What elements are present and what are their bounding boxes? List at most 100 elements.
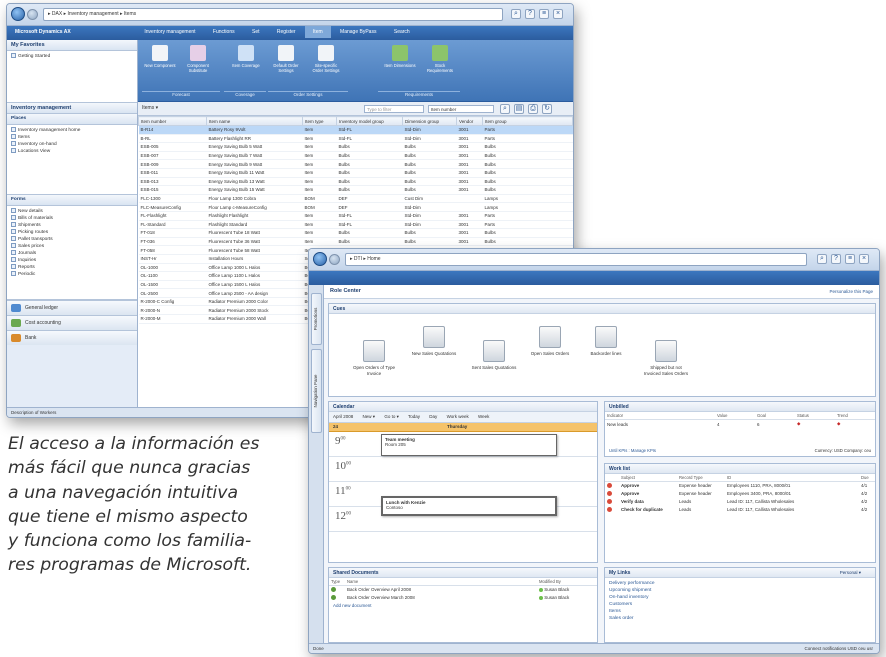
table-row[interactable]: ESB-005 Energy Saving Bulb 5 Watt Item Bulb… [138, 142, 573, 152]
place-item[interactable]: Inventory on-hand [11, 141, 133, 148]
calendar-workweek-button[interactable]: Work week [447, 414, 469, 419]
ribbon-coverage-button[interactable]: Item Coverage [230, 45, 262, 68]
print-icon[interactable]: ⎙ [528, 104, 538, 114]
cue-open-orders[interactable]: Open Orders of Type Invoice [351, 340, 397, 376]
close-icon[interactable]: × [553, 9, 563, 19]
module-bank[interactable]: Bank [7, 330, 137, 345]
help-icon[interactable]: ? [525, 9, 535, 19]
places-header[interactable]: Places [7, 114, 137, 125]
place-item[interactable]: Items [11, 134, 133, 141]
ribbon-substitute-button[interactable]: Component Substitute [182, 45, 214, 73]
form-item[interactable]: Journals [11, 250, 133, 257]
grid-title[interactable]: Items ▾ [142, 105, 158, 111]
filter-field-select[interactable]: Item number [428, 105, 494, 113]
back-button[interactable] [11, 7, 25, 21]
table-row[interactable]: Verify data Leads Lead ID: 117, Callista W… [605, 498, 875, 506]
ribbon-default-order-button[interactable]: Default Order Settings [270, 45, 302, 73]
column-header[interactable]: Modified By [537, 578, 597, 586]
form-item[interactable]: Reports [11, 264, 133, 271]
forward-button[interactable] [27, 9, 38, 20]
filter-input[interactable]: Type to filter [364, 105, 424, 113]
module-cost-accounting[interactable]: Cost accounting [7, 315, 137, 330]
form-item[interactable]: Inquiries [11, 257, 133, 264]
calendar-week-button[interactable]: Week [478, 414, 489, 419]
calendar-new-button[interactable]: New ▾ [363, 414, 376, 419]
table-row[interactable]: FLC-1300 Floor Lamp 1300 Cobra BOM DEF Cust … [138, 194, 573, 204]
favorite-item[interactable]: Getting Started [11, 53, 133, 60]
table-row[interactable]: FL-Flashlight Flashlight Flashlight Item St… [138, 211, 573, 221]
table-row[interactable]: B-RL Battery Flashlight RR Item Std-FL Std-D… [138, 134, 573, 144]
appointment[interactable]: Lunch with Kenzie Contoso [381, 496, 557, 516]
table-row[interactable]: Approve Expense header Employees 1110, PRA… [605, 482, 875, 490]
calendar-goto-button[interactable]: Go to ▾ [384, 414, 399, 419]
cue-backorder-lines[interactable]: Backorder lines [583, 326, 629, 357]
column-header[interactable]: Subject [619, 474, 677, 482]
link-item[interactable]: Sales order [609, 615, 871, 622]
add-document-link[interactable]: Add new document [329, 602, 597, 609]
column-header[interactable]: Name [345, 578, 537, 586]
column-header[interactable]: Item group [482, 116, 573, 126]
cue-new-quotations[interactable]: New Sales Quotations [411, 326, 457, 357]
column-header[interactable]: Item name [206, 116, 303, 126]
links-dropdown[interactable]: Personal ▾ [840, 570, 861, 576]
table-row[interactable]: FLC-MeasureConfig Floor Lamp c-MeasureCon… [138, 202, 573, 212]
tab-item[interactable]: Item [304, 26, 331, 38]
column-header[interactable]: Record Type [677, 474, 725, 482]
table-row[interactable]: ESB-009 Energy Saving Bulb 9 Watt Item Bulb… [138, 159, 573, 169]
column-header[interactable]: Due [859, 474, 875, 482]
help-icon[interactable]: ? [831, 254, 841, 264]
table-row[interactable]: ESB-015 Energy Saving Bulb 15 Watt Item Bul… [138, 185, 573, 195]
column-header[interactable]: Inventory model group [336, 116, 403, 126]
column-header[interactable]: ID [725, 474, 859, 482]
calendar-hour-row[interactable]: 1100 Lunch with Kenzie Contoso [329, 482, 597, 516]
search-icon[interactable]: ⌕ [817, 254, 827, 264]
module-general-ledger[interactable]: General ledger [7, 300, 137, 315]
calendar-hour-row[interactable]: 900 Team meeting Room 205 [329, 432, 597, 457]
cue-open-sales-orders[interactable]: Open Sales Orders [527, 326, 573, 357]
tab-register[interactable]: Register [269, 26, 304, 38]
tab-navigation-pane[interactable]: Navigation Pane [311, 349, 322, 433]
tab-set[interactable]: Set [244, 26, 268, 38]
personalize-link[interactable]: Personalize this Page [829, 289, 873, 294]
table-row[interactable]: FT-036 Fluorescent Tube 36 Watt Item Bulbs B… [138, 237, 573, 247]
table-row[interactable]: Back Order Overview April 2008 Susan Bla… [329, 586, 597, 594]
table-row[interactable]: FT-018 Fluorescent Tube 18 Watt Item Bulbs B… [138, 228, 573, 238]
table-row[interactable]: ESB-013 Energy Saving Bulb 13 Watt Item Bul… [138, 177, 573, 187]
table-row[interactable]: Approve Expense header Employees 3400, PRA… [605, 490, 875, 498]
forms-header[interactable]: Forms [7, 195, 137, 206]
export-icon[interactable]: ▤ [514, 104, 524, 114]
calendar-month-selector[interactable]: April 2008 [333, 414, 353, 419]
column-header[interactable]: Type [329, 578, 345, 586]
ribbon-item-dimensions-button[interactable]: Item Dimensions [384, 45, 416, 68]
form-item[interactable]: Sales prices [11, 243, 133, 250]
tab-manage-bypass[interactable]: Manage ByPass [332, 26, 384, 38]
link-item[interactable]: Items [609, 608, 871, 615]
table-row[interactable]: FL-Standard Flashlight Standard Item Std-FL… [138, 220, 573, 230]
close-icon[interactable]: × [859, 254, 869, 264]
tab-functions[interactable]: Functions [205, 26, 243, 38]
column-header[interactable]: Vendor [456, 116, 483, 126]
table-row[interactable]: B-R14 Battery Rosy 9Volt Item Std-FL Std-Dim… [138, 125, 573, 135]
ribbon-new-component-button[interactable]: New Component [144, 45, 176, 68]
tab-search[interactable]: Search [386, 26, 418, 38]
filter-search-icon[interactable]: ⌕ [500, 104, 510, 114]
form-item[interactable]: New details [11, 208, 133, 215]
address-breadcrumb[interactable]: ▸ DAX ▸ Inventory management ▸ Items [43, 8, 503, 21]
table-row[interactable]: ESB-007 Energy Saving Bulb 7 Watt Item Bulb… [138, 151, 573, 161]
column-header[interactable]: Dimension group [402, 116, 457, 126]
appointment[interactable]: Team meeting Room 205 [381, 434, 557, 456]
settings-icon[interactable]: ≡ [845, 254, 855, 264]
link-item[interactable]: Delivery performance [609, 580, 871, 587]
cue-sent-quotations[interactable]: Sent Sales Quotations [471, 340, 517, 371]
forward-button[interactable] [329, 254, 340, 265]
link-item[interactable]: Customers [609, 601, 871, 608]
search-icon[interactable]: ⌕ [511, 9, 521, 19]
cue-shipped-not-invoiced[interactable]: Shipped but not Invoiced Sales Orders [643, 340, 689, 376]
manage-kpis-link[interactable]: Until KPIs : Manage KPIs [609, 448, 656, 453]
form-item[interactable]: Shipments [11, 222, 133, 229]
refresh-icon[interactable]: ↻ [542, 104, 552, 114]
address-breadcrumb[interactable]: ▸ DTI ▸ Home [345, 253, 807, 266]
form-item[interactable]: Bills of materials [11, 215, 133, 222]
table-row[interactable]: Back Order Overview March 2008 Susan Bla… [329, 594, 597, 602]
ribbon-requirements-button[interactable]: Stock Requirements [424, 45, 456, 73]
